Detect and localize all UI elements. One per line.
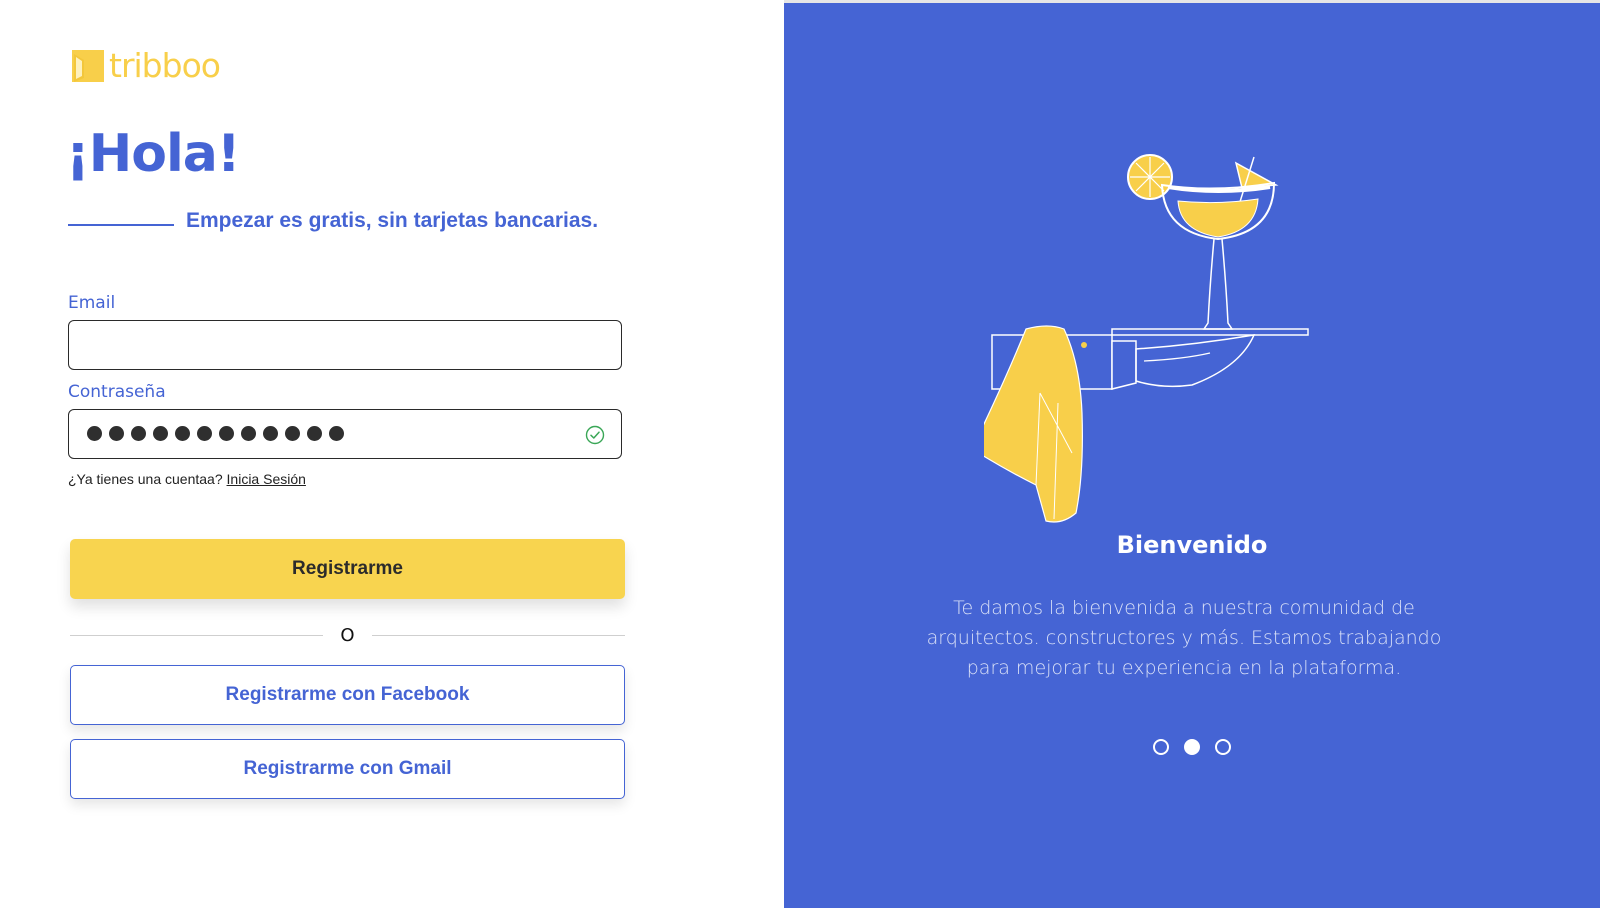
password-field[interactable]	[68, 409, 622, 459]
pager-dot[interactable]	[1153, 739, 1169, 755]
login-link[interactable]: Inicia Sesión	[227, 471, 306, 487]
brand-name: tribboo	[109, 46, 221, 85]
login-prompt: ¿Ya tienes una cuentaa? Inicia Sesión	[68, 471, 306, 487]
lemon-slice-icon	[1127, 154, 1173, 200]
password-dot	[307, 426, 322, 441]
carousel-pager	[784, 739, 1600, 755]
password-dot	[131, 426, 146, 441]
password-dot	[285, 426, 300, 441]
password-dot	[109, 426, 124, 441]
email-field-wrapper	[68, 320, 622, 370]
password-dot	[197, 426, 212, 441]
password-dot	[175, 426, 190, 441]
password-mask	[87, 426, 344, 441]
email-field[interactable]	[69, 321, 621, 369]
password-dot	[219, 426, 234, 441]
register-gmail-button[interactable]: Registrarme con Gmail	[70, 739, 625, 799]
welcome-title: Bienvenido	[1116, 531, 1268, 559]
page-title: ¡Hola!	[66, 124, 241, 184]
page-subtitle: Empezar es gratis, sin tarjetas bancaria…	[186, 209, 599, 232]
subtitle-rule	[68, 224, 174, 226]
login-prompt-text: ¿Ya tienes una cuentaa?	[68, 471, 223, 487]
brand-logo[interactable]: tribboo	[70, 46, 221, 86]
pager-dot[interactable]	[1215, 739, 1231, 755]
password-dot	[263, 426, 278, 441]
password-dot	[153, 426, 168, 441]
welcome-panel: Bienvenido Te damos la bienvenida a nues…	[784, 3, 1600, 908]
password-dot	[241, 426, 256, 441]
email-label: Email	[68, 293, 116, 313]
register-facebook-button[interactable]: Registrarme con Facebook	[70, 665, 625, 725]
waiter-cocktail-illustration	[984, 154, 1309, 523]
password-dot	[329, 426, 344, 441]
tribboo-logo-icon	[72, 50, 104, 82]
or-divider: O	[70, 625, 625, 654]
valid-check-icon	[585, 425, 605, 445]
password-label: Contraseña	[68, 382, 166, 402]
register-button[interactable]: Registrarme	[70, 539, 625, 599]
register-panel: tribboo ¡Hola! Empezar es gratis, sin ta…	[0, 0, 784, 908]
welcome-text: Te damos la bienvenida a nuestra comunid…	[926, 597, 1442, 679]
password-dot	[87, 426, 102, 441]
pager-dot[interactable]	[1184, 739, 1200, 755]
divider-line-right	[372, 635, 625, 636]
